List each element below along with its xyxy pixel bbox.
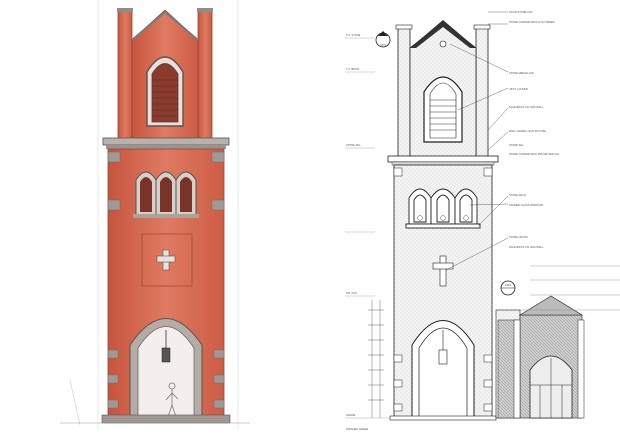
bottom-label: FINISHED GRADE xyxy=(346,427,368,431)
note: STONE MEDALLION xyxy=(509,71,534,75)
watercolor-rendering-panel xyxy=(0,0,300,440)
tower-shaft xyxy=(107,148,225,418)
watercolor-tower-drawing xyxy=(60,0,250,430)
note: STONE ARCH xyxy=(509,193,526,197)
note: STONE CROSS xyxy=(509,235,528,239)
architectural-elevation-panel: A301 A202 SOLID STONE CAP STONE CORNER M… xyxy=(300,0,620,440)
pendant-lantern xyxy=(161,347,171,363)
arched-doorway xyxy=(129,318,203,418)
svg-text:T.O. STONE: T.O. STONE xyxy=(346,33,361,37)
cornice-band xyxy=(106,145,226,149)
triple-lancet-window xyxy=(133,171,199,218)
svg-text:GRADE: GRADE xyxy=(346,413,355,417)
sketch-stroke xyxy=(69,379,81,426)
svg-text:STONE SILL: STONE SILL xyxy=(346,143,362,147)
section-marker: A202 xyxy=(500,280,516,296)
dimension-stack xyxy=(368,300,384,418)
elevation-cornice xyxy=(387,155,499,163)
elevation-drawing: A301 A202 SOLID STONE CAP STONE CORNER M… xyxy=(345,10,620,431)
note: STONE CORNER MATCH TO OWNER xyxy=(509,20,555,24)
elevation-belfry xyxy=(395,20,491,159)
note: STONE CORNER WITH PROJECTED SILL xyxy=(509,152,560,156)
belfry xyxy=(117,8,213,141)
svg-text:FIN. FLR.: FIN. FLR. xyxy=(346,291,358,295)
note: FACE BRICK ON CMU WALL xyxy=(509,105,544,109)
elevation-doorway xyxy=(411,320,475,419)
medallion xyxy=(439,40,447,48)
note: VINYL LOUVER xyxy=(509,87,528,91)
cornice xyxy=(102,137,230,146)
elevation-shaft xyxy=(393,164,493,419)
elevation-base xyxy=(389,415,497,421)
svg-text:A301: A301 xyxy=(380,43,387,47)
elevation-notes: SOLID STONE CAP STONE CORNER MATCH TO OW… xyxy=(509,10,560,249)
louver-window xyxy=(151,63,179,123)
section-marker: A301 xyxy=(375,31,391,48)
stone-base xyxy=(101,414,231,424)
elevation-triple-lancet xyxy=(405,188,481,229)
note: SOLID STONE CAP xyxy=(509,10,533,14)
note: STAINED GLASS WINDOWS xyxy=(509,203,544,207)
svg-text:T.O. BRICK: T.O. BRICK xyxy=(346,67,360,71)
svg-text:A202: A202 xyxy=(505,283,512,287)
note: STONE SILL xyxy=(509,143,525,147)
note: FACE BRICK ON CMU WALL xyxy=(509,245,544,249)
note: WALL GRADE LIGHT FIXTURE xyxy=(509,129,546,133)
elevation-lantern xyxy=(438,349,448,365)
elevation-cornice-band xyxy=(391,161,495,166)
